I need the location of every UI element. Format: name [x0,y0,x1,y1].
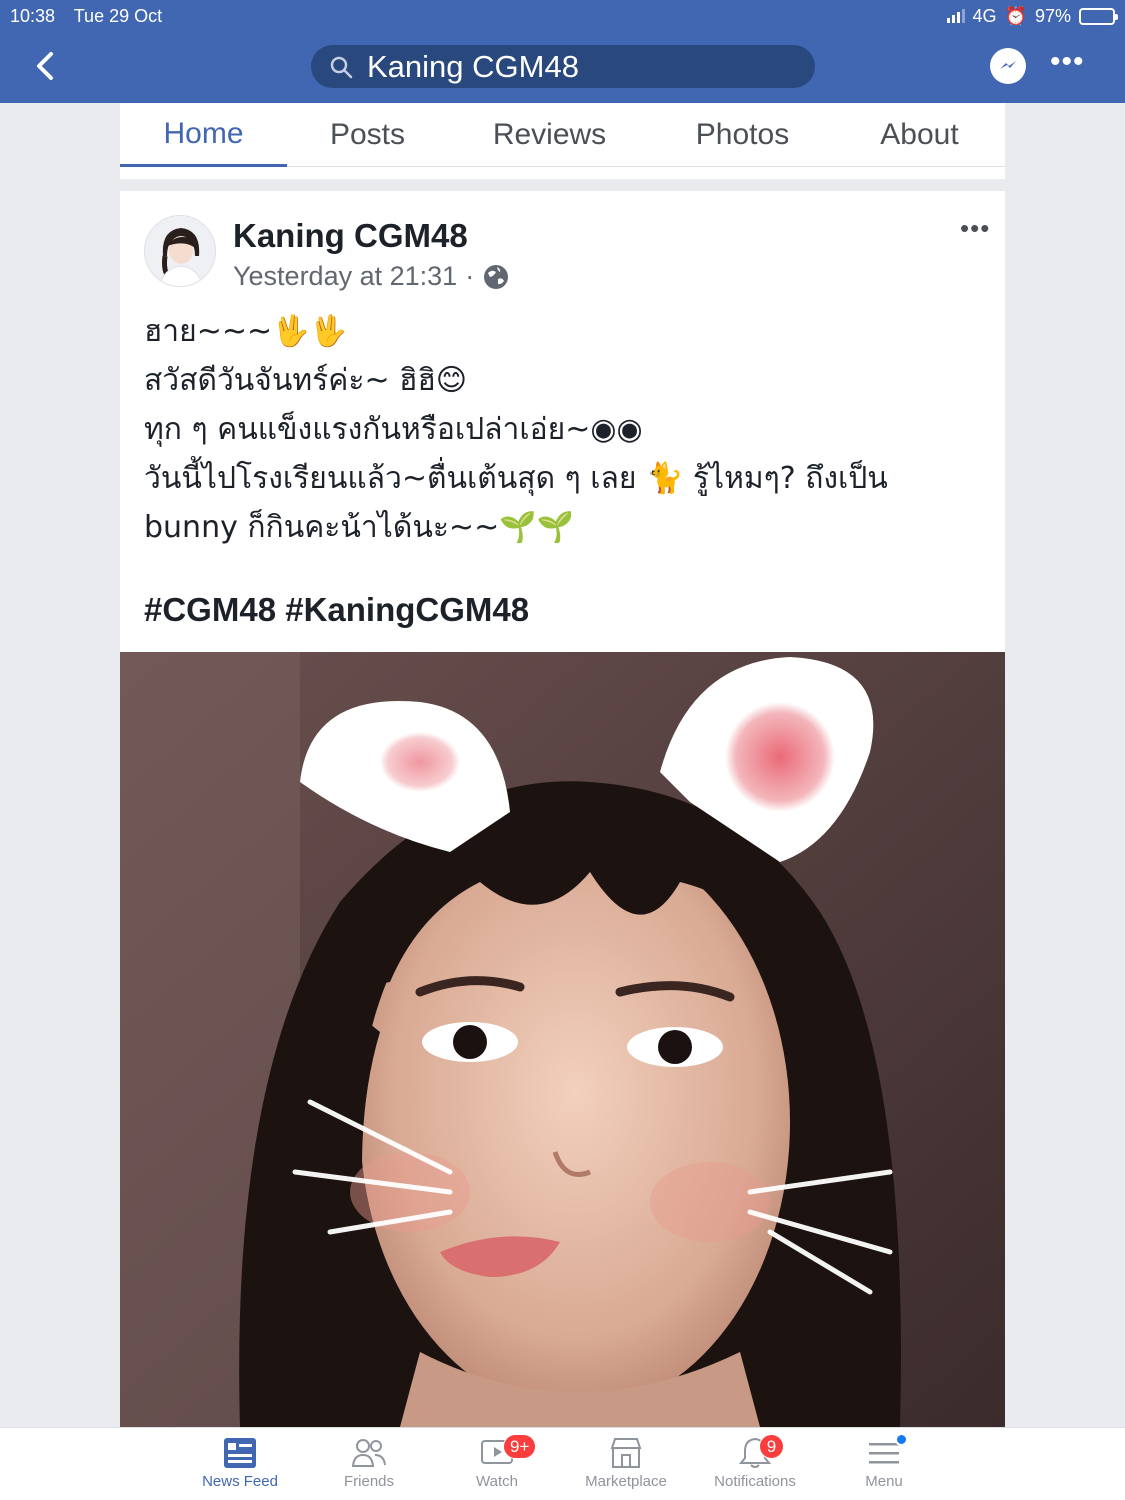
tabs-divider [120,167,1005,179]
tab-posts[interactable]: Posts [287,103,448,167]
alarm-icon: ⏰ [1004,5,1027,26]
meta-separator: · [465,261,475,291]
post-timestamp[interactable]: Yesterday at 21:31 [233,261,457,292]
avatar-image [145,216,215,286]
post-photo-image [120,652,1005,1427]
post-hashtags[interactable]: #CGM48 #KaningCGM48 [144,591,529,629]
tab-home[interactable]: Home [120,103,287,167]
messenger-icon [1000,61,1016,69]
avatar[interactable] [144,215,216,287]
signal-icon [946,9,965,23]
back-button[interactable] [30,48,60,84]
tab-reviews[interactable]: Reviews [448,103,651,167]
tab-about[interactable]: About [834,103,1005,167]
post-photo[interactable] [120,652,1005,1427]
battery-percent: 97% [1034,5,1071,26]
search-icon [330,56,353,78]
nav-label-notifications: Notifications [714,1473,796,1490]
nav-watch[interactable]: 9+ Watch [427,1428,567,1500]
nav-label-marketplace: Marketplace [585,1473,667,1490]
bottom-nav: News Feed Friends 9+ Watch Marketplace 9… [0,1427,1125,1500]
battery-icon [1079,7,1118,25]
search-bar[interactable]: Kaning CGM48 [311,45,815,88]
post-line-4: วันนี้ไปโรงเรียนแล้ว~ตื่นเต้นสุด ๆ เลย 🐈… [144,461,888,496]
nav-menu[interactable]: Menu [814,1428,954,1500]
network-type: 4G [972,5,997,26]
nav-label-menu: Menu [865,1473,903,1490]
nav-marketplace[interactable]: Marketplace [556,1428,696,1500]
page-tabs: Home Posts Reviews Photos About [120,103,1005,167]
post-line-1: ฮาย~~~🖖🖖 [144,314,347,349]
post-text: ฮาย~~~🖖🖖 สวัสดีวันจันทร์ค่ะ~ ฮิฮิ😊 ทุก ๆ… [144,307,974,552]
nav-notifications[interactable]: 9 Notifications [685,1428,825,1500]
post-line-5: bunny ก็กินคะน้าได้นะ~~🌱🌱 [144,510,574,545]
more-options-icon[interactable]: ••• [1050,47,1084,80]
status-bar: 10:38 Tue 29 Oct 4G ⏰ 97% [10,4,1118,28]
status-time: 10:38 [10,5,56,26]
watch-badge: 9+ [503,1434,537,1459]
nav-friends[interactable]: Friends [299,1428,439,1500]
menu-indicator-dot [895,1433,908,1446]
search-value: Kaning CGM48 [367,48,579,84]
nav-news-feed[interactable]: News Feed [170,1428,310,1500]
friends-icon [351,1439,386,1467]
nav-label-news-feed: News Feed [202,1473,278,1490]
post-line-3: ทุก ๆ คนแข็งแรงกันหรือเปล่าเอ่ย~◉◉ [144,412,643,447]
post-line-2: สวัสดีวันจันทร์ค่ะ~ ฮิฮิ😊 [144,363,468,398]
marketplace-icon [610,1438,642,1468]
chevron-left-icon [37,52,53,80]
news-feed-icon [224,1438,256,1468]
top-bar: 10:38 Tue 29 Oct 4G ⏰ 97% Kaning CGM48 •… [0,0,1125,103]
post-card: Kaning CGM48 Yesterday at 21:31 · ••• ฮา… [120,191,1005,1427]
post-author[interactable]: Kaning CGM48 [233,217,468,255]
post-options-icon[interactable]: ••• [960,213,990,244]
messenger-button[interactable] [990,48,1026,84]
nav-label-watch: Watch [476,1473,518,1490]
nav-label-friends: Friends [343,1473,395,1490]
globe-icon [484,264,509,289]
status-date: Tue 29 Oct [73,5,163,26]
tab-photos[interactable]: Photos [651,103,834,167]
post-meta: Yesterday at 21:31 · [233,261,510,292]
notifications-badge: 9 [759,1434,784,1459]
